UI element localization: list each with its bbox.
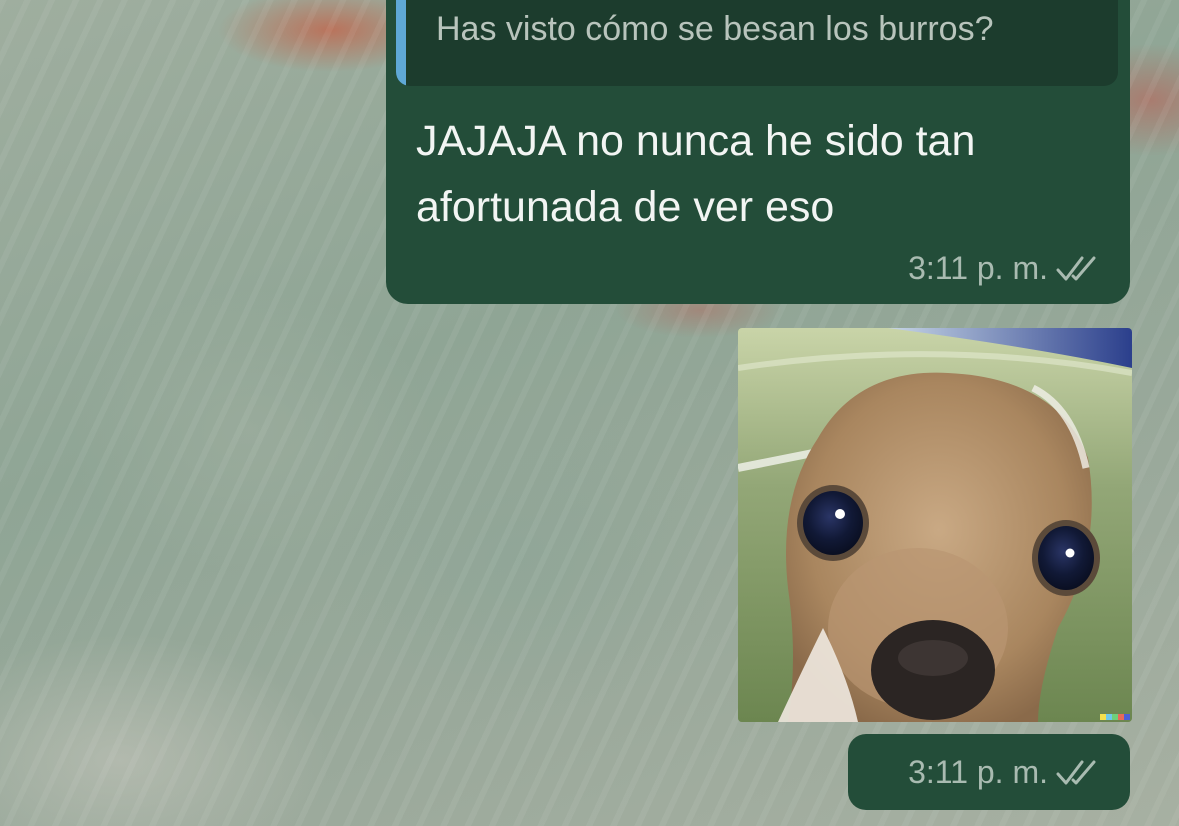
double-check-icon [1056,758,1100,788]
quote-accent-bar [396,0,406,86]
message-meta: 3:11 p. m. [908,250,1100,287]
message-text: JAJAJA no nunca he sido tan afortunada d… [416,117,976,231]
double-check-icon [1056,254,1100,284]
quoted-message-text: Has visto cómo se besan los burros? [436,10,994,48]
message-time: 3:11 p. m. [908,754,1048,790]
chihuahua-photo [738,328,1132,722]
image-time-bubble: 3:11 p. m. [848,734,1130,810]
image-message[interactable] [738,328,1132,722]
quoted-message[interactable]: Has visto cómo se besan los burros? [396,0,1118,86]
outgoing-message-bubble[interactable]: Has visto cómo se besan los burros? JAJA… [386,0,1130,304]
message-meta: 3:11 p. m. [908,754,1100,791]
message-time: 3:11 p. m. [908,250,1048,286]
